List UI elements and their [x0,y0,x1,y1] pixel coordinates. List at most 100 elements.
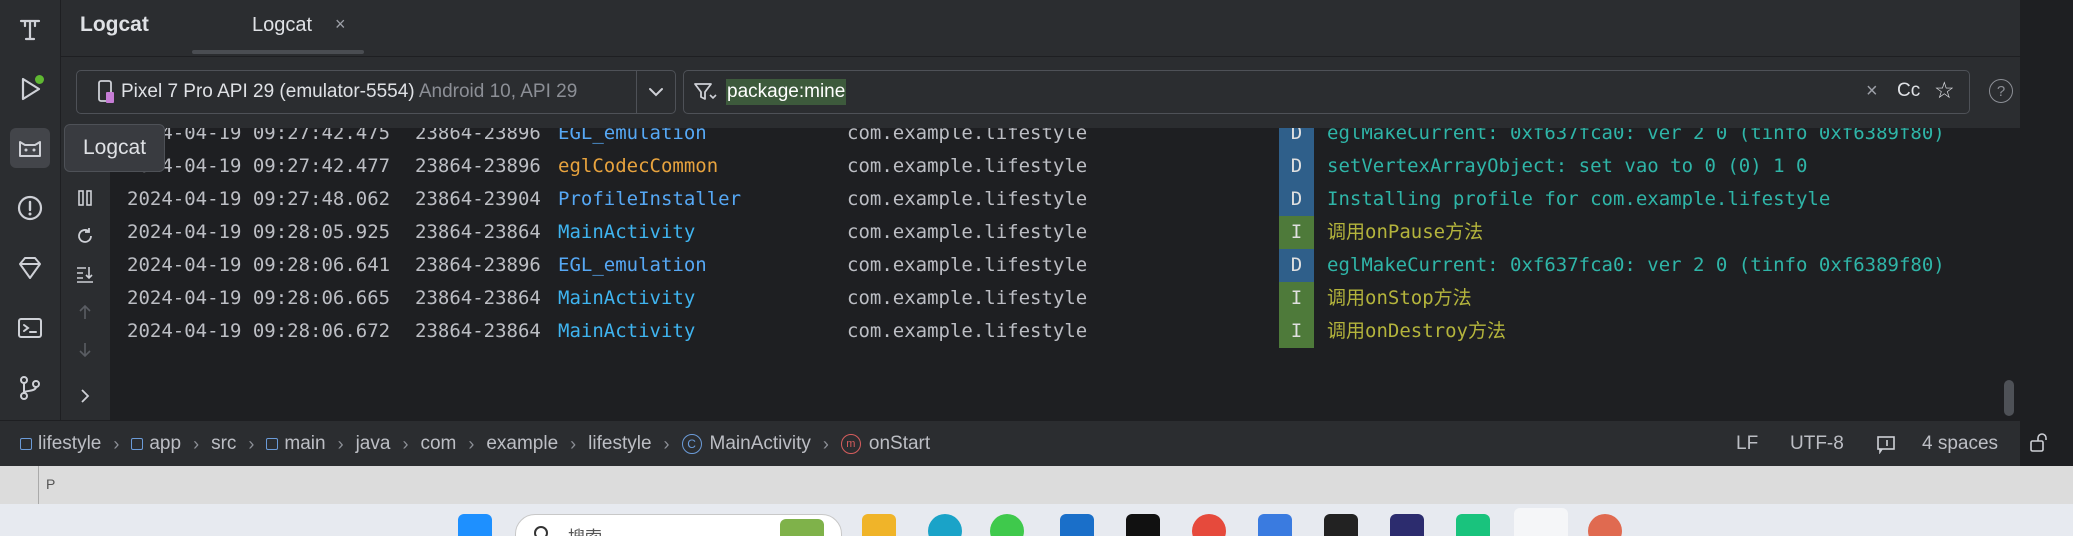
restart-icon[interactable] [71,222,99,250]
qq-icon[interactable] [1126,514,1160,536]
strip-letter: P [46,476,56,492]
tab-close-icon[interactable]: × [335,14,346,35]
chevron-down-icon[interactable] [636,71,675,113]
method-icon: m [840,434,861,454]
indent-label[interactable]: 4 spaces [1922,421,1998,467]
logcat-filter[interactable]: package:mine × Cc ☆ [683,70,1970,114]
filter-query-text[interactable]: package:mine [726,79,847,105]
phone-icon [98,80,114,103]
breadcrumb-label: example [486,433,559,454]
breadcrumb-item[interactable]: example [486,433,558,455]
tool-window-title: Logcat [80,13,149,36]
tab-selected-indicator [192,50,364,54]
log-row[interactable]: 2024-04-19 09:27:42.475 23864-23896 EGL_em… [110,128,2020,150]
app-icon-2[interactable] [1588,514,1622,536]
help-icon[interactable]: ? [1989,79,2013,103]
log-message: 调用onDestroy方法 [1327,315,1506,348]
terminal-icon[interactable] [10,308,50,348]
log-pid: 23864-23864 [415,287,541,309]
log-message: setVertexArrayObject: set vao to 0 (0) 1… [1327,150,1807,183]
device-name-label: Pixel 7 Pro API 29 (emulator-5554) Andro… [121,81,577,103]
lock-icon[interactable] [2028,432,2050,454]
pause-icon[interactable] [71,184,99,212]
breadcrumb-separator-icon: › [570,433,577,454]
log-pid: 23864-23896 [415,128,541,144]
log-row[interactable]: 2024-04-19 09:28:06.672 23864-23864 MainAc… [110,315,2020,348]
log-pid: 23864-23896 [415,254,541,276]
log-tag: eglCodecCommon [558,155,719,177]
git-branch-icon[interactable] [10,368,50,408]
vertical-scrollbar[interactable] [2004,380,2014,416]
log-row[interactable]: 2024-04-19 09:28:06.641 23864-23896 EGL_em… [110,249,2020,282]
file-explorer-icon[interactable] [862,514,896,536]
taskbar-search[interactable]: 搜索 [515,514,842,536]
log-message-text: onPause [1365,221,1446,243]
log-message-suffix: 方法 [1433,287,1472,309]
breadcrumb-item[interactable]: C MainActivity [681,433,811,455]
background-window-strip: P [0,466,2073,504]
breadcrumb-item[interactable]: com [420,433,456,455]
wechat-icon[interactable] [990,514,1024,536]
breadcrumb-separator-icon: › [248,433,255,454]
log-timestamp: 2024-04-19 09:28:06.672 [127,320,391,342]
breadcrumb-item[interactable]: m onStart [840,433,931,455]
log-message-suffix: 方法 [1467,320,1506,342]
log-tag: ProfileInstaller [558,188,742,210]
log-timestamp: 2024-04-19 09:28:06.665 [127,287,391,309]
log-message-text: Installing profile for com.example.lifes… [1327,188,1831,210]
app-icon[interactable] [1258,514,1292,536]
clear-filter-icon[interactable]: × [1866,80,1878,103]
comment-icon[interactable] [1876,421,1896,467]
arrow-up-icon[interactable] [71,298,99,326]
log-row[interactable]: 2024-04-19 09:27:48.062 23864-23904 Profil… [110,183,2020,216]
store-icon[interactable] [1060,514,1094,536]
breadcrumb-label: onStart [868,433,931,454]
typewriter-icon[interactable] [10,10,50,50]
tab-logcat[interactable]: Logcat × [192,0,364,56]
breadcrumb-label: MainActivity [709,433,811,454]
log-level-badge: D [1279,183,1314,216]
device-selector[interactable]: Pixel 7 Pro API 29 (emulator-5554) Andro… [76,70,676,114]
breadcrumb-item[interactable]: lifestyle [20,433,101,455]
status-bar: lifestyle › app › src › main › java › com › example ›… [0,420,2020,467]
breadcrumb-item[interactable]: main [266,433,326,455]
android-studio-icon[interactable] [1514,508,1568,536]
log-row[interactable]: 2024-04-19 09:28:06.665 23864-23864 MainAc… [110,282,2020,315]
arrow-down-icon[interactable] [71,336,99,364]
log-package: com.example.lifestyle [847,155,1088,177]
filter-icon[interactable] [693,81,717,103]
log-timestamp: 2024-04-19 09:27:42.475 [127,128,391,144]
breadcrumb-item[interactable]: src [211,433,236,455]
log-level-badge: I [1279,315,1314,348]
terminal-app-icon[interactable] [1324,514,1358,536]
encoding-label[interactable]: UTF-8 [1790,421,1844,467]
log-output[interactable]: 2024-04-19 09:27:42.475 23864-23896 EGL_em… [110,128,2020,420]
scroll-to-end-icon[interactable] [71,260,99,288]
match-case-toggle[interactable]: Cc [1897,80,1920,102]
os-taskbar: 搜索 [0,504,2073,536]
start-icon[interactable] [458,514,492,536]
breadcrumb-item[interactable]: java [356,433,391,455]
edge-icon[interactable] [928,514,962,536]
log-row[interactable]: 2024-04-19 09:28:05.925 23864-23864 MainAc… [110,216,2020,249]
log-message-prefix: 调用 [1327,287,1366,309]
log-package: com.example.lifestyle [847,128,1088,144]
favorite-star-icon[interactable]: ☆ [1934,77,1955,104]
breadcrumb-item[interactable]: app [131,433,181,455]
log-message-text: setVertexArrayObject: set vao to 0 (0) 1… [1327,155,1808,177]
problems-icon[interactable] [10,188,50,228]
module-icon [131,438,144,450]
log-row[interactable]: 2024-04-19 09:27:42.477 23864-23896 eglCod… [110,150,2020,183]
module-icon [266,438,279,450]
breadcrumb-item[interactable]: lifestyle [588,433,651,455]
gem-icon[interactable] [10,248,50,288]
run-icon[interactable] [10,69,50,109]
chat-app-icon[interactable] [1456,514,1490,536]
ide-app-icon[interactable] [1390,514,1424,536]
logcat-cat-icon[interactable] [10,128,50,168]
log-message: 调用onStop方法 [1327,282,1472,315]
line-separator-label[interactable]: LF [1736,421,1758,467]
chrome-icon[interactable] [1192,514,1226,536]
breadcrumb-label: app [149,433,182,454]
chevron-right-icon[interactable] [71,382,99,410]
